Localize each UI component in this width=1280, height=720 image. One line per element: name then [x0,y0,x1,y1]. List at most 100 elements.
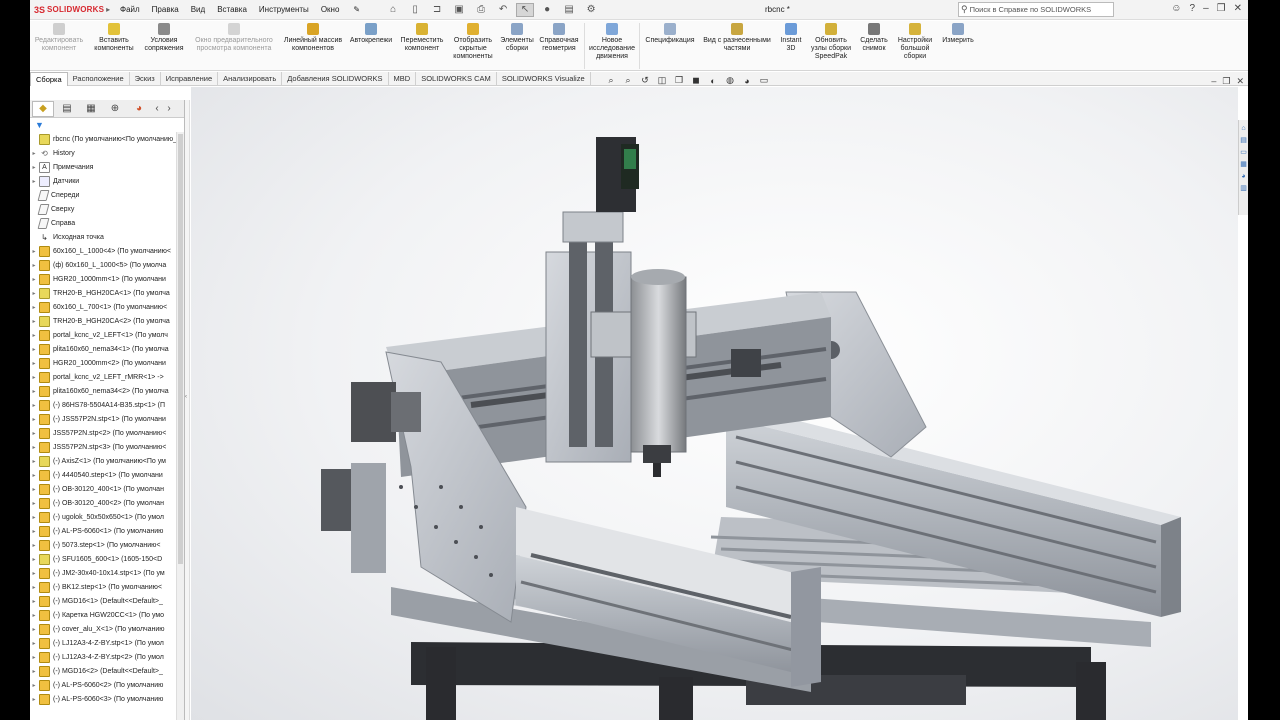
solidworks-resources-icon[interactable]: ⌂ [1240,123,1248,133]
help-icon[interactable]: ? [1190,3,1196,14]
expand-arrow-icon[interactable]: ▸ [30,598,38,605]
options-gear-icon[interactable]: ⚙ [582,3,600,17]
tree-item[interactable]: ▸ portal_kcnc_v2_LEFT<1> (По умолч [30,328,184,342]
menu-window[interactable]: Окно [315,5,346,14]
property-manager-tab-icon[interactable]: ▤ [56,101,78,117]
bom-button[interactable]: Спецификация [642,21,698,45]
tree-item[interactable]: ▸ 60x160_L_700<1> (По умолчанию< [30,300,184,314]
tab-mbd[interactable]: MBD [389,72,417,86]
tree-item[interactable]: ▸ (-) LJ12A3-4-Z-BY.stp<2> (По умол [30,650,184,664]
component-preview-button[interactable]: Окно предварительного просмотра компонен… [188,21,280,53]
expand-arrow-icon[interactable]: ▸ [30,682,38,689]
user-icon[interactable]: ☺ [1171,3,1181,14]
large-assembly-settings-button[interactable]: Настройки большой сборки [892,21,938,61]
display-manager-tab-icon[interactable]: ◕ [128,101,150,117]
expand-arrow-icon[interactable]: ▸ [30,556,38,563]
solidworks-logo[interactable]: 3S SOLIDWORKS ▸ [34,5,114,15]
expand-arrow-icon[interactable]: ▸ [30,514,38,521]
show-hidden-button[interactable]: Отобразить скрытые компоненты [448,21,498,61]
tree-item[interactable]: ▸ (-) MGD16<2> (Default<<Default>_ [30,664,184,678]
help-search-input[interactable]: ⚲ Поиск в Справке по SOLIDWORKS [958,2,1114,17]
expand-arrow-icon[interactable]: ▸ [30,444,38,451]
zoom-to-fit-icon[interactable]: ⌕ [605,75,617,86]
expand-arrow-icon[interactable]: ▸ [30,612,38,619]
expand-arrow-icon[interactable]: ▸ [30,150,38,157]
edit-component-button[interactable]: Редактировать компонент [30,21,88,53]
feature-tree-tab-icon[interactable]: ◆ [32,100,54,117]
print-icon[interactable]: ⎙ [472,3,490,17]
expand-arrow-icon[interactable]: ▸ [30,304,38,311]
expand-arrow-icon[interactable]: ▸ [30,374,38,381]
expand-arrow-icon[interactable]: ▸ [30,570,38,577]
file-explorer-icon[interactable]: ▭ [1240,147,1248,157]
collapse-panel-icon[interactable]: ‹ [185,394,187,400]
minimize-icon[interactable]: – [1203,3,1209,14]
tree-item[interactable]: ▸ JSS57P2N.stp<3> (По умолчанию< [30,440,184,454]
tree-item[interactable]: ▸ (-) ugolok_50x50x650<1> (По умол [30,510,184,524]
expand-arrow-icon[interactable]: ▸ [30,262,38,269]
configuration-manager-tab-icon[interactable]: ▦ [80,101,102,117]
design-library-icon[interactable]: ▤ [1240,135,1248,145]
tree-item[interactable]: ▸ plita160x60_nema34<2> (По умолча [30,384,184,398]
dimxpert-tab-icon[interactable]: ⊕ [104,101,126,117]
tree-scrollbar[interactable] [176,132,184,720]
measure-button[interactable]: Измерить [938,21,978,45]
doc-restore-icon[interactable]: ❐ [1222,76,1230,87]
tree-item[interactable]: ▸ (-) AxisZ<1> (По умолчанию<По ум [30,454,184,468]
panel-splitter[interactable]: ‹ [185,100,190,720]
tab-evaluate[interactable]: Анализировать [218,72,283,86]
take-snapshot-button[interactable]: Сделать снимок [856,21,892,53]
tab-assembly[interactable]: Сборка [30,72,68,86]
tree-item[interactable]: ▸ (-) Каретка HGW20CC<1> (По умо [30,608,184,622]
tab-addins[interactable]: Добавления SOLIDWORKS [282,72,389,86]
expand-arrow-icon[interactable]: ▸ [30,332,38,339]
custom-properties-icon[interactable]: ▥ [1240,183,1248,193]
expand-arrow-icon[interactable]: ▸ [30,290,38,297]
tree-item[interactable]: ▸ 60x160_L_1000<4> (По умолчанию< [30,244,184,258]
expand-arrow-icon[interactable]: ▸ [30,248,38,255]
expand-arrow-icon[interactable]: ▸ [30,584,38,591]
mate-button[interactable]: Условия сопряжения [140,21,188,53]
tree-item[interactable]: ▸ ⟲ History [30,146,184,160]
hide-show-items-icon[interactable]: ◐ [707,75,719,86]
expand-arrow-icon[interactable]: ▸ [30,640,38,647]
smart-fasteners-button[interactable]: Автокрепежи [346,21,396,45]
expand-arrow-icon[interactable]: ▸ [30,178,38,185]
linear-pattern-button[interactable]: Линейный массив компонентов [280,21,346,53]
view-orientation-icon[interactable]: ❒ [673,75,685,86]
new-motion-study-button[interactable]: Новое исследование движения [587,21,637,61]
doc-minimize-icon[interactable]: – [1211,76,1216,87]
tree-item[interactable]: ▸ Датчики [30,174,184,188]
tree-item[interactable]: ▸ JSS57P2N.stp<2> (По умолчанию< [30,426,184,440]
tree-item[interactable]: ▸ (-) LJ12A3-4-Z-BY.stp<1> (По умол [30,636,184,650]
tree-item[interactable]: ▸ (-) cover_alu_X<1> (По умолчанию [30,622,184,636]
expand-arrow-icon[interactable]: ▸ [30,360,38,367]
tree-item[interactable]: ▸ (-) MGD16<1> (Default<<Default>_ [30,594,184,608]
scrollbar-thumb[interactable] [178,134,183,564]
graphics-area[interactable] [191,87,1238,720]
menu-file[interactable]: Файл [114,5,146,14]
tree-item[interactable]: ▸ (-) BK12.step<1> (По умолчанию< [30,580,184,594]
panel-scroll-right-icon[interactable]: › [164,101,174,117]
doc-close-icon[interactable]: ✕ [1236,76,1244,87]
tree-item[interactable]: ▸ HGR20_1000mm<1> (По умолчани [30,272,184,286]
tree-item[interactable]: ▸ TRH20-B_HGH20CA<1> (По умолча [30,286,184,300]
expand-arrow-icon[interactable]: ▸ [30,668,38,675]
panel-scroll-left-icon[interactable]: ‹ [152,101,162,117]
reference-geometry-button[interactable]: Справочная геометрия [536,21,582,53]
tree-item[interactable]: ▸ (-) 5073.step<1> (По умолчанию< [30,538,184,552]
expand-arrow-icon[interactable]: ▸ [30,318,38,325]
tree-item[interactable]: ▸ A Примечания [30,160,184,174]
exploded-view-button[interactable]: Вид с разнесенными частями [698,21,776,53]
tree-item[interactable]: Справа [30,216,184,230]
zoom-to-area-icon[interactable]: ⌕ [622,75,634,86]
update-speedpak-button[interactable]: Обновить узлы сборки SpeedPak [806,21,856,61]
menu-view[interactable]: Вид [185,5,211,14]
expand-arrow-icon[interactable]: ▸ [30,654,38,661]
expand-arrow-icon[interactable]: ▸ [30,346,38,353]
undo-icon[interactable]: ↶ [494,3,512,17]
expand-arrow-icon[interactable]: ▸ [30,402,38,409]
expand-arrow-icon[interactable]: ▸ [30,528,38,535]
tree-item[interactable]: ▸ (-) AL-PS-6060<1> (По умолчанию [30,524,184,538]
appearances-icon[interactable]: ◕ [1240,171,1248,181]
